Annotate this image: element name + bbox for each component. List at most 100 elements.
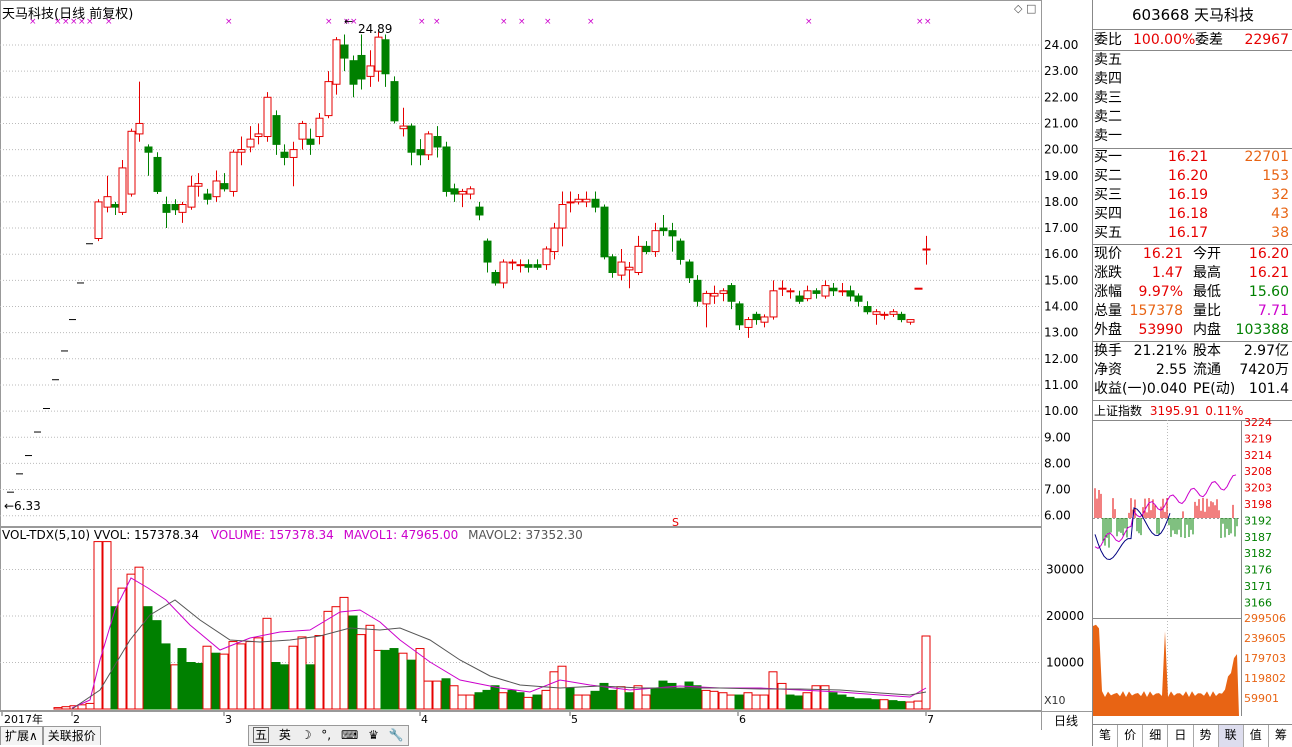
candlestick <box>442 141 451 197</box>
stat-value: 16.21 <box>1248 265 1289 281</box>
volume-bar <box>406 659 416 710</box>
price-tick-label: 14.00 <box>1044 300 1078 314</box>
candlestick <box>357 34 366 90</box>
volume-bar <box>905 701 915 710</box>
candlestick <box>760 314 769 328</box>
ime-english-icon[interactable]: 英 <box>279 728 291 742</box>
side-tab-price[interactable]: 价 <box>1118 725 1144 747</box>
side-tab-chips[interactable]: 筹 <box>1269 725 1292 747</box>
volume-bar <box>641 694 651 710</box>
volume-bar <box>262 617 272 710</box>
ime-settings-icon[interactable]: 🔧 <box>389 728 404 742</box>
stat-label: 外盘 <box>1094 322 1122 338</box>
candlestick <box>212 170 221 202</box>
price-tick-label: 7.00 <box>1044 483 1071 497</box>
candlestick <box>872 309 881 325</box>
volume-bar <box>549 671 559 710</box>
volume-bar <box>441 678 451 710</box>
price-tick-label: 8.00 <box>1044 456 1071 470</box>
ime-keyboard-icon[interactable]: ⌨ <box>341 728 358 742</box>
candlestick <box>135 81 144 142</box>
index-minute-chart[interactable]: 3224 3219 3214 3208 3203 3198 3192 3187 3182 3176… <box>1093 418 1292 718</box>
volume-value: VOLUME: 157378.34 <box>210 528 334 542</box>
volume-bar <box>896 701 906 710</box>
stat-value: 7.71 <box>1257 303 1289 319</box>
ime-halfwidth-icon[interactable]: ☽ <box>301 728 312 742</box>
index-price-label: 3224 <box>1244 418 1272 429</box>
candlestick <box>795 290 804 304</box>
volume-bar <box>152 620 162 710</box>
side-tab-day[interactable]: 日 <box>1168 725 1194 747</box>
buy-row: 买五 16.17 38 <box>1093 224 1292 243</box>
side-tab-trend[interactable]: 势 <box>1194 725 1219 747</box>
candlestick <box>162 196 171 229</box>
volume-bar <box>650 687 660 710</box>
candlestick <box>407 123 416 166</box>
price-tick-label: 12.00 <box>1044 352 1078 366</box>
price-tick-label: 13.00 <box>1044 326 1078 340</box>
volume-bar <box>709 690 719 710</box>
ime-skin-icon[interactable]: ♛ <box>368 728 379 742</box>
volume-bar <box>692 685 702 710</box>
index-price-label: 3208 <box>1244 465 1272 478</box>
period-label[interactable]: 日线 <box>1054 712 1078 729</box>
main-chart-panel[interactable]: × × × × × × × × × × × × × × × × × × × × 24.00 23.00 22.00 21.0… <box>0 0 1092 746</box>
candlestick <box>111 201 120 215</box>
candlestick <box>516 259 525 273</box>
candlestick <box>659 214 668 236</box>
related-quote-tab[interactable]: 关联报价 <box>42 726 101 745</box>
volume-bar <box>177 648 187 710</box>
candlestick <box>735 301 744 331</box>
volume-bar <box>236 643 246 710</box>
kline-svg[interactable]: × × × × × × × × × × × × × × × × × × × × 24.0023.0022.0021.0… <box>0 0 1092 746</box>
side-tab-link[interactable]: 联 <box>1218 725 1244 747</box>
volume-bar <box>202 645 212 710</box>
side-tab-detail[interactable]: 细 <box>1143 725 1169 747</box>
candlestick <box>229 149 238 197</box>
volume-bar <box>768 671 778 710</box>
fund-row: 收益(一) 0.040 PE(动) 101.4 <box>1093 380 1292 399</box>
volume-bar <box>126 573 136 710</box>
volume-bar <box>297 636 307 710</box>
volume-bar <box>245 641 255 710</box>
stat-row: 外盘 53990 内盘 103388 <box>1093 321 1292 340</box>
price-tick-label: 18.00 <box>1044 195 1078 209</box>
stat-row: 现价 16.21 今开 16.20 <box>1093 245 1292 264</box>
volume-bar <box>759 694 769 710</box>
candlestick <box>103 175 112 213</box>
candlestick <box>600 204 609 260</box>
volume-bar <box>616 686 626 710</box>
bottom-tabs: 扩展∧ 关联报价 <box>0 726 101 745</box>
sell-label: 卖四 <box>1094 71 1122 87</box>
stat-value: 9.97% <box>1138 284 1183 300</box>
side-tab-value[interactable]: 值 <box>1244 725 1269 747</box>
window-controls[interactable]: ◇ □ <box>1014 2 1036 15</box>
signal-marker: × <box>518 17 526 27</box>
ime-wubi-icon[interactable]: 五 <box>253 727 270 743</box>
buy-price: 16.19 <box>1168 187 1209 203</box>
volume-bar <box>751 694 761 710</box>
signal-marker: × <box>433 17 441 27</box>
expand-tab[interactable]: 扩展∧ <box>0 726 43 745</box>
ime-punct-icon[interactable]: °, <box>321 728 331 742</box>
sell-label: 卖五 <box>1094 52 1122 68</box>
buy-price: 16.17 <box>1168 225 1209 241</box>
candlestick <box>685 259 694 283</box>
volume-bar <box>85 702 95 710</box>
price-tick-label: 11.00 <box>1044 378 1078 392</box>
price-tick-label: 16.00 <box>1044 247 1078 261</box>
buy-volume: 43 <box>1271 206 1289 222</box>
volume-bar <box>921 635 931 710</box>
stat-label: 涨幅 <box>1094 284 1122 300</box>
candlestick <box>458 188 467 208</box>
side-tab-ticks[interactable]: 笔 <box>1093 725 1119 747</box>
fund-value: 7420万 <box>1239 362 1289 378</box>
volume-bar <box>888 700 898 710</box>
candlestick <box>390 76 399 124</box>
volume-bar <box>228 641 238 710</box>
sell-label: 卖二 <box>1094 109 1122 125</box>
index-volume-label: 119802 <box>1244 672 1286 685</box>
signal-marker: × <box>418 17 426 27</box>
candlestick <box>178 201 187 223</box>
candlestick <box>298 120 307 150</box>
